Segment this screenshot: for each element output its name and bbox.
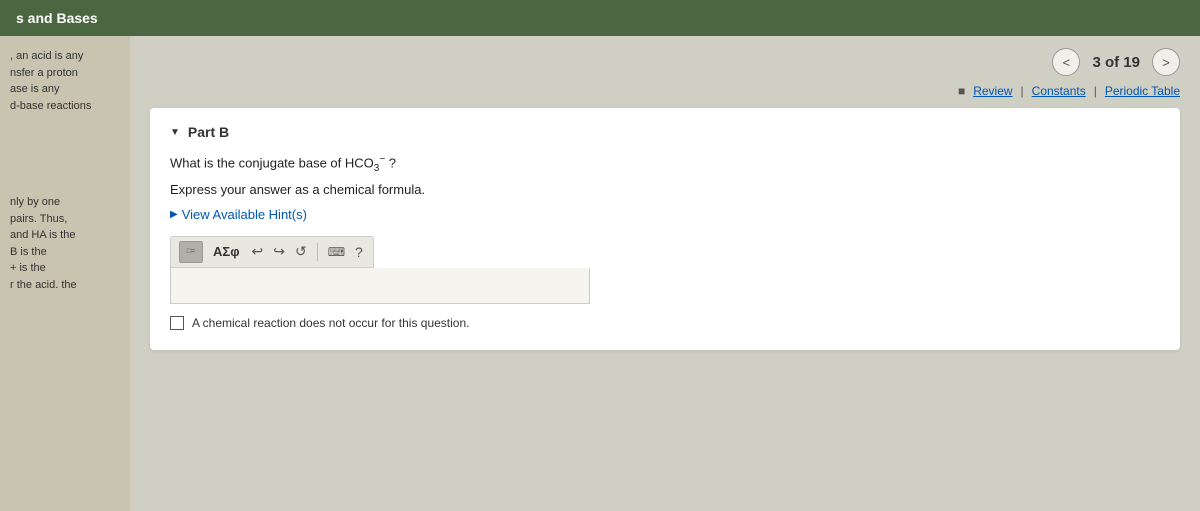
reset-button[interactable]: ↺ — [293, 243, 309, 260]
next-button[interactable]: > — [1152, 48, 1180, 76]
express-text: Express your answer as a chemical formul… — [170, 182, 1160, 197]
review-link[interactable]: Review — [973, 84, 1012, 98]
no-reaction-row: A chemical reaction does not occur for t… — [170, 316, 1160, 330]
constants-link[interactable]: Constants — [1032, 84, 1086, 98]
sidebar: , an acid is any nsfer a proton ase is a… — [0, 36, 130, 511]
prev-button[interactable]: < — [1052, 48, 1080, 76]
hint-link[interactable]: ▶ View Available Hint(s) — [170, 207, 1160, 222]
periodic-table-link[interactable]: Periodic Table — [1105, 84, 1180, 98]
part-header: ▼ Part B — [170, 124, 1160, 140]
undo-button[interactable]: ↩ — [250, 243, 266, 260]
part-section: ▼ Part B What is the conjugate base of H… — [150, 108, 1180, 350]
help-button[interactable]: ? — [353, 244, 365, 260]
answer-toolbar: □= ΑΣφ ↩ ↪ ↺ — [170, 236, 374, 268]
hint-arrow-icon: ▶ — [170, 209, 178, 220]
part-label: Part B — [188, 124, 229, 140]
content-area: < 3 of 19 > ■ Review | Constants | Perio… — [130, 36, 1200, 511]
sep2: | — [1094, 84, 1097, 98]
collapse-icon[interactable]: ▼ — [170, 127, 180, 138]
greek-symbols-button[interactable]: ΑΣφ — [209, 244, 244, 259]
no-reaction-checkbox[interactable] — [170, 316, 184, 330]
redo-button[interactable]: ↪ — [271, 243, 287, 260]
answer-input[interactable] — [170, 268, 590, 304]
main-layout: , an acid is any nsfer a proton ase is a… — [0, 36, 1200, 511]
keyboard-button[interactable]: ⌨ — [326, 245, 347, 259]
sidebar-content: , an acid is any nsfer a proton ase is a… — [10, 48, 120, 293]
resource-links: ■ Review | Constants | Periodic Table — [130, 84, 1200, 108]
top-navigation: < 3 of 19 > — [130, 36, 1200, 84]
page-title: s and Bases — [16, 10, 98, 26]
nav-counter: 3 of 19 — [1092, 54, 1140, 71]
no-reaction-label: A chemical reaction does not occur for t… — [192, 316, 469, 330]
matrix-icon[interactable]: □= — [179, 241, 203, 263]
question-text: What is the conjugate base of HCO3− ? — [170, 152, 1160, 176]
toolbar-separator — [317, 243, 318, 261]
header-bar: s and Bases — [0, 0, 1200, 36]
review-icon: ■ — [958, 84, 965, 98]
sep1: | — [1021, 84, 1024, 98]
